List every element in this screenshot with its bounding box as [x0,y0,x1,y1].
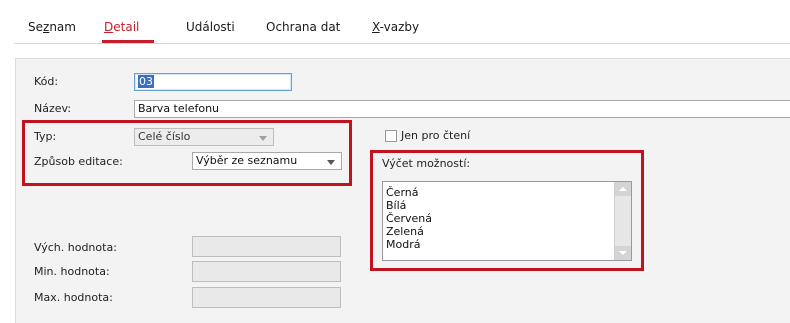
tab-udalosti[interactable]: Události [186,20,235,34]
tab-bar: Seznam Detail Události Ochrana dat X-vaz… [0,0,790,48]
tab-ochrana-dat-text: Ochrana dat [266,20,341,34]
tab-detail-text: etail [113,20,140,34]
tab-bar-divider [14,43,790,44]
max-hodnota-input[interactable] [192,287,341,308]
tab-detail-accesskey: D [104,20,114,34]
tab-udalosti-text: Události [186,20,235,34]
kod-value: 03 [138,75,154,88]
highlight-frame-typ [22,120,352,186]
kod-label: Kód: [34,75,59,88]
min-hodnota-label: Min. hodnota: [34,265,110,278]
kod-input[interactable]: 03 [134,73,292,91]
tab-detail[interactable]: Detail [104,20,139,34]
jen-pro-cteni-checkbox[interactable] [385,130,397,142]
jen-pro-cteni-label: Jen pro čtení [401,129,471,142]
min-hodnota-input[interactable] [192,261,341,282]
highlight-frame-vycet [370,150,644,271]
tab-seznam-text-a: Se [28,20,43,34]
tab-x-vazby-accesskey: X [372,20,380,34]
max-hodnota-label: Max. hodnota: [34,291,113,304]
tab-x-vazby[interactable]: X-vazby [372,20,419,34]
nazev-label: Název: [34,102,72,115]
tab-seznam[interactable]: Seznam [28,20,76,34]
tab-seznam-text-b: nam [49,20,76,34]
nazev-input[interactable]: Barva telefonu [134,100,790,118]
tab-x-vazby-text: -vazby [379,20,420,34]
vych-hodnota-input[interactable] [192,236,341,257]
vych-hodnota-label: Vých. hodnota: [34,241,117,254]
tab-ochrana-dat[interactable]: Ochrana dat [266,20,340,34]
